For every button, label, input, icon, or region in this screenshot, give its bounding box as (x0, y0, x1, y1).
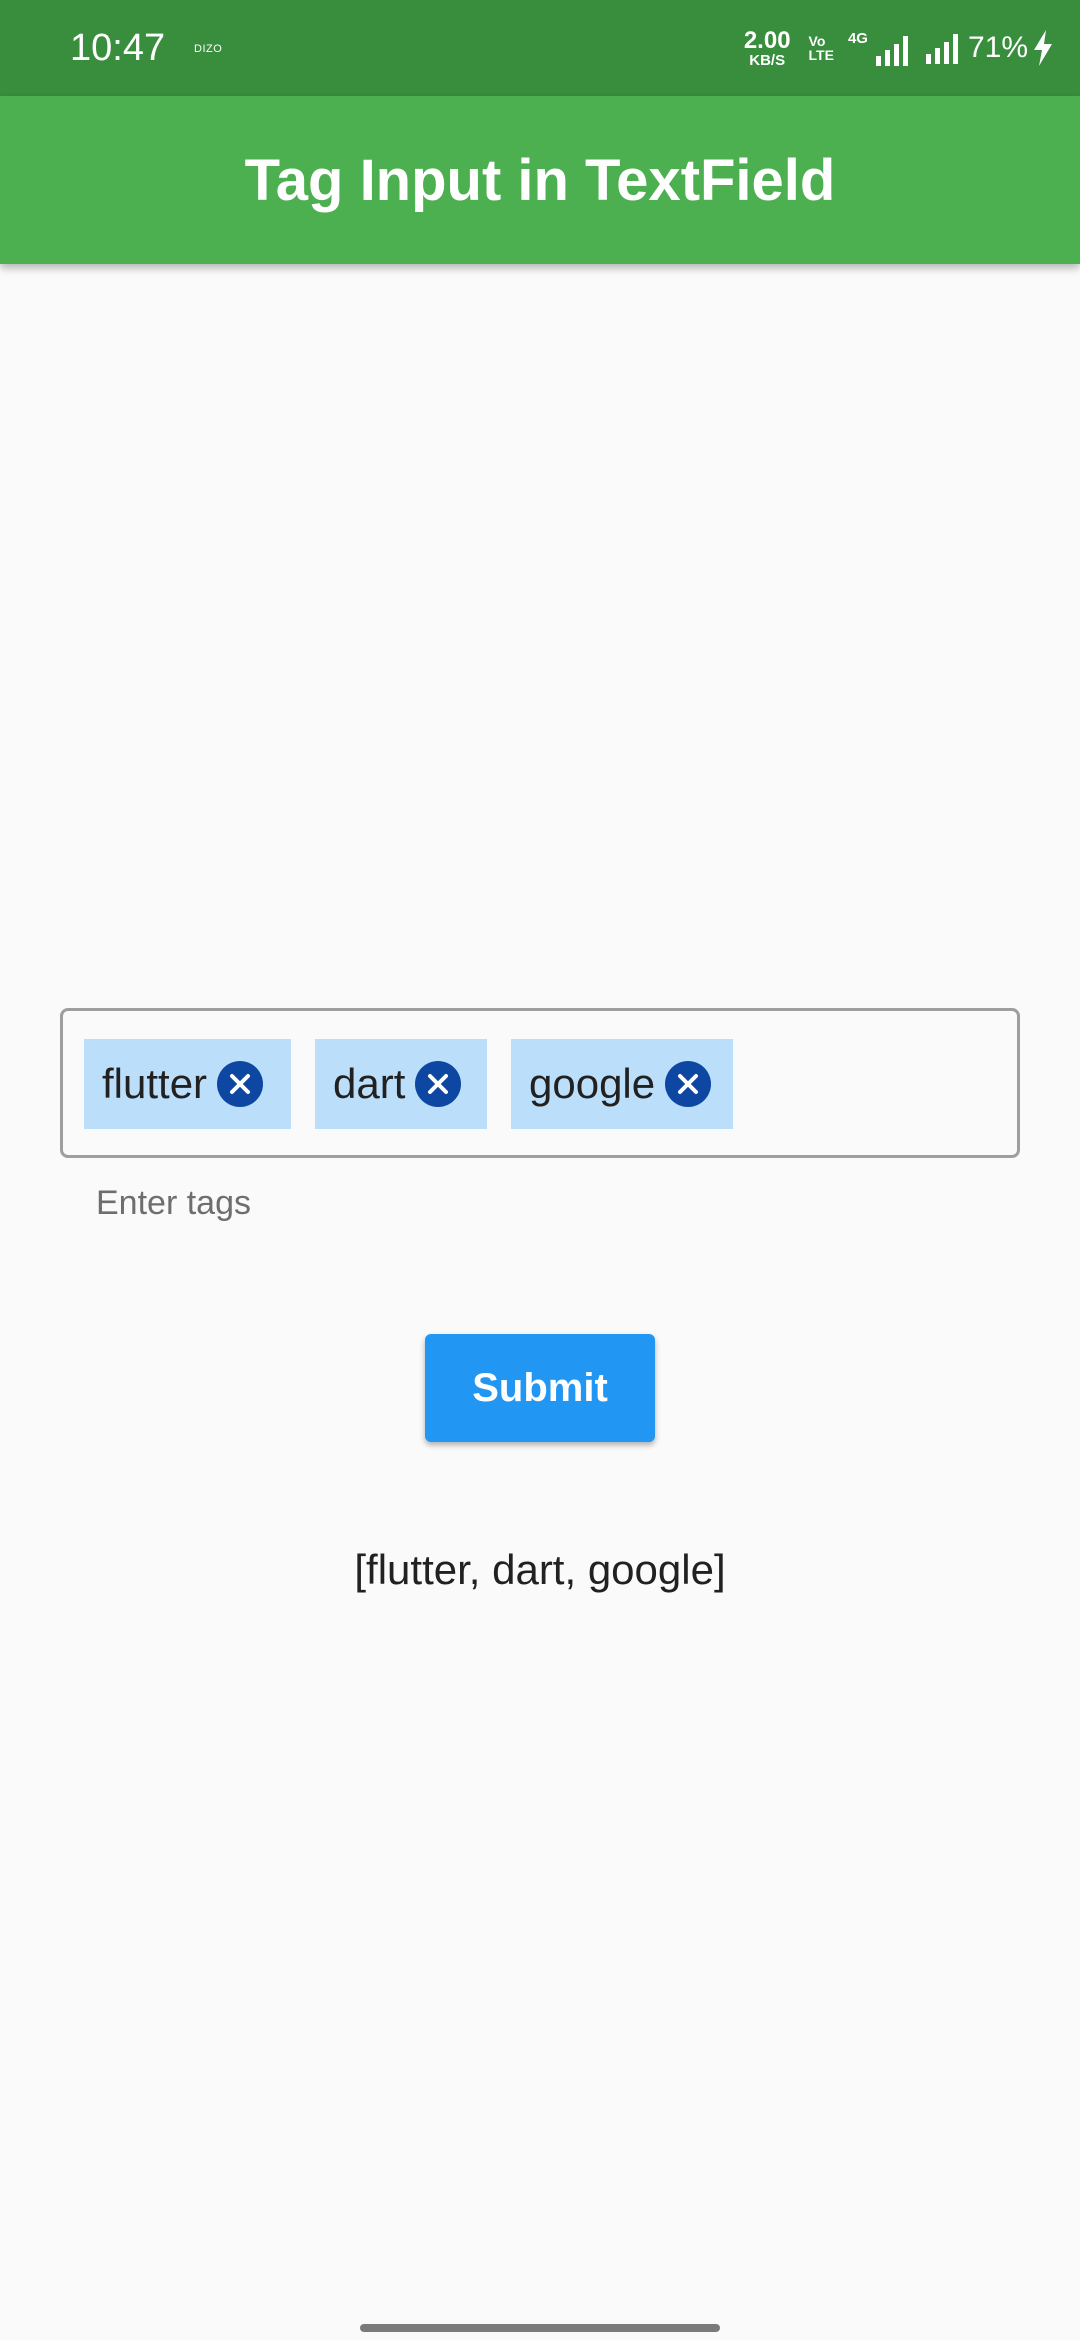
status-icons: 2.00 KB/S Vo LTE 4G 71% (744, 26, 1054, 70)
close-circle-icon[interactable] (665, 1061, 712, 1107)
tag-label: dart (333, 1060, 406, 1107)
network-speed-unit: KB/S (749, 51, 786, 69)
4g-signal-icon: 4G (848, 30, 908, 66)
tag-input-helper-text: Enter tags (96, 1184, 251, 1222)
network-speed: 2.00 KB/S (743, 26, 791, 69)
tags-output-text: [flutter, dart, google] (354, 1546, 726, 1593)
tag-chip: flutter (84, 1039, 291, 1129)
close-circle-icon[interactable] (217, 1061, 264, 1107)
volte-bottom-label: LTE (808, 47, 834, 63)
carrier-badge: DIZO (194, 43, 223, 55)
gesture-nav-bar[interactable] (360, 2324, 720, 2332)
submit-button[interactable]: Submit (425, 1334, 655, 1442)
status-bar: 10:47 DIZO 2.00 KB/S Vo LTE 4G 71% (0, 0, 1080, 96)
tag-label: google (529, 1060, 656, 1107)
tag-chip: dart (315, 1039, 487, 1129)
tag-chip: google (511, 1039, 733, 1129)
tag-label: flutter (102, 1060, 208, 1107)
app-bar: Tag Input in TextField (0, 96, 1080, 264)
volte-icon: Vo LTE (809, 34, 834, 62)
network-type-label: 4G (847, 30, 868, 47)
close-circle-icon[interactable] (415, 1061, 462, 1107)
status-time: 10:47 (70, 27, 166, 69)
battery-percent: 71% (967, 31, 1028, 64)
tag-input-field[interactable]: flutter dart google (60, 1008, 1020, 1158)
charging-bolt-icon (1034, 30, 1052, 66)
app-bar-title: Tag Input in TextField (244, 147, 836, 213)
network-speed-value: 2.00 (743, 26, 791, 54)
volte-top-label: Vo (808, 33, 826, 49)
signal-icon (925, 32, 958, 64)
